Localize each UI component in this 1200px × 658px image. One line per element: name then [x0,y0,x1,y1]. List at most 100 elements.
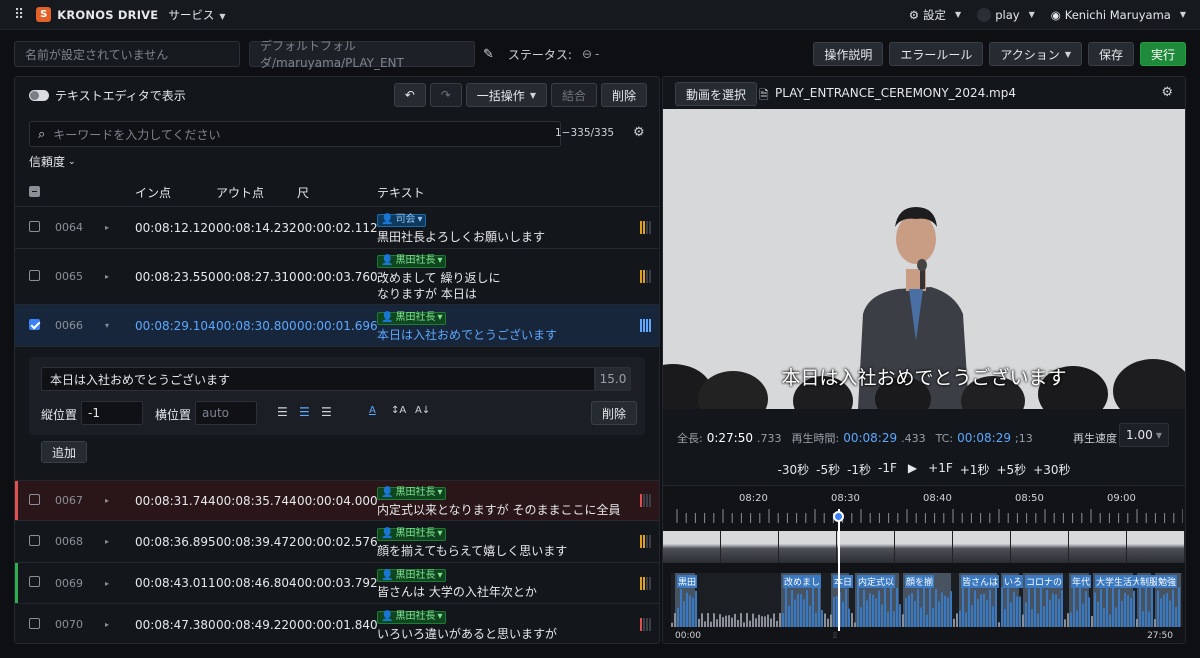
action-menu-button[interactable]: アクション ▼ [989,42,1082,66]
video-player[interactable]: 本日は入社おめでとうございます [663,109,1185,409]
keyword-search[interactable]: ⌕ キーワードを入力してください [29,121,561,147]
segment-label[interactable]: 年代 [1071,575,1092,588]
speaker-badge[interactable]: 👤 黒田社長 ▾ [377,527,447,541]
scroll-handle-icon[interactable]: ⦙⦙ [833,631,837,641]
save-button[interactable]: 保存 [1087,42,1134,66]
jump-plus-1f[interactable]: +1F [928,461,953,478]
subtitle-text-input[interactable]: 本日は入社おめでとうございます [41,367,595,391]
font-size-up-icon[interactable]: ↕A [391,405,406,416]
segment-label[interactable]: 本日 [833,575,854,588]
segment-label[interactable]: 制服 [1139,575,1160,588]
collapse-caret-icon[interactable]: ▾ [105,321,135,330]
row-checkbox[interactable] [15,493,55,508]
speaker-badge[interactable]: 👤 黒田社長 ▾ [377,311,447,325]
table-row[interactable]: 0064 ▸ 00:08:12.120 00:08:14.232 00:00:0… [15,207,659,249]
toggle-switch[interactable] [29,89,49,101]
jump-plus-1s[interactable]: +1秒 [960,461,990,478]
status-value[interactable]: ⊖ - [582,47,599,61]
table-row[interactable]: 0069 ▸ 00:08:43.011 00:08:46.804 00:00:0… [15,563,659,604]
row-checkbox[interactable] [15,318,55,333]
help-button[interactable]: 操作説明 [813,42,884,66]
apps-grid-icon[interactable]: ⠿ [14,7,24,23]
settings-menu[interactable]: ⚙ 設定 ▼ [909,7,961,23]
speaker-badge[interactable]: 👤 黒田社長 ▾ [377,486,447,500]
table-row-selected[interactable]: 0066 ▾ 00:08:29.104 00:08:30.800 00:00:0… [15,305,659,347]
segment-label[interactable]: 黒田 [677,575,698,588]
bulk-action-button[interactable]: 一括操作 ▼ [465,83,547,107]
speaker-badge[interactable]: 👤 黒田社長 ▾ [377,610,447,624]
expand-caret-icon[interactable]: ▸ [105,579,135,588]
segment-label[interactable]: 勉強 [1157,575,1178,588]
expand-caret-icon[interactable]: ▸ [105,537,135,546]
select-video-button[interactable]: 動画を選択 [675,82,758,106]
speed-select[interactable]: 1.00 ▼ [1119,423,1169,447]
text-editor-toggle[interactable]: テキストエディタで表示 [29,85,186,105]
run-button[interactable]: 実行 [1139,42,1186,66]
segment-label[interactable]: コロナの [1025,575,1064,588]
segment-label[interactable]: 改めまし [783,575,822,588]
segment-label[interactable]: 皆さんは [961,575,1000,588]
add-button[interactable]: 追加 [41,441,88,463]
playhead[interactable] [838,509,840,631]
jump-plus-30s[interactable]: +30秒 [1033,461,1070,478]
jump-minus-1f[interactable]: -1F [878,461,897,478]
jump-minus-30s[interactable]: -30秒 [778,461,810,478]
segment-label[interactable]: いろ [1003,575,1024,588]
row-checkbox[interactable] [15,617,55,632]
jump-minus-5s[interactable]: -5秒 [816,461,840,478]
expand-caret-icon[interactable]: ▸ [105,620,135,629]
confidence-filter[interactable]: 信頼度 ⌄ [29,153,76,170]
expand-caret-icon[interactable]: ▸ [105,496,135,505]
folder-path: デフォルトフォルダ/maruyama/PLAY_ENT [260,39,404,70]
text-color-icon[interactable]: A [369,405,376,416]
row-checkbox[interactable] [15,576,55,590]
select-all-checkbox[interactable] [15,185,55,200]
segment-label[interactable]: 顔を揃 [905,575,935,588]
gear-icon[interactable]: ⚙ [1161,85,1173,100]
project-header: 名前が設定されていません デフォルトフォルダ/maruyama/PLAY_ENT… [14,39,1186,70]
redo-button[interactable]: ↷ [429,83,462,107]
align-left-icon[interactable]: ☰ [277,405,288,419]
undo-button[interactable]: ↶ [393,83,426,107]
waveform-bar [944,595,946,627]
segment-label[interactable]: 大学生活大 [1095,575,1143,588]
play-icon[interactable]: ▶ [908,461,917,478]
table-row[interactable]: 0070 ▸ 00:08:47.380 00:08:49.220 00:00:0… [15,604,659,643]
waveform-bar [746,613,748,627]
row-checkbox[interactable] [15,269,55,284]
total-label: 全長: [677,432,703,445]
font-size-value[interactable]: 15.0 [595,367,631,391]
playhead-handle[interactable] [833,511,844,522]
table-row[interactable]: 0065 ▸ 00:08:23.550 00:08:27.310 00:00:0… [15,249,659,305]
speaker-badge[interactable]: 👤 黒田社長 ▾ [377,569,447,583]
error-rules-button[interactable]: エラールール [889,42,984,66]
font-size-down-icon[interactable]: A↓ [415,405,430,416]
expand-caret-icon[interactable]: ▸ [105,223,135,232]
row-checkbox[interactable] [15,534,55,549]
align-right-icon[interactable]: ☰ [321,405,332,419]
speaker-badge[interactable]: 👤 司会 ▾ [377,213,427,227]
gear-icon[interactable]: ⚙ [633,125,645,140]
workspace-menu[interactable]: play ▼ [977,7,1035,22]
vertical-position-input[interactable]: -1 [81,401,143,425]
table-row-error[interactable]: 0067 ▸ 00:08:31.744 00:08:35.744 00:00:0… [15,481,659,521]
jump-plus-5s[interactable]: +5秒 [996,461,1026,478]
speaker-badge[interactable]: 👤 黒田社長 ▾ [377,254,447,268]
row-checkbox[interactable] [15,220,55,235]
jump-minus-1s[interactable]: -1秒 [847,461,871,478]
service-menu[interactable]: サービス ▼ [168,7,225,23]
delete-button[interactable]: 削除 [600,83,647,107]
checkbox [29,576,40,587]
segment-label[interactable]: 内定式以 [857,575,896,588]
user-menu[interactable]: ◉ Kenichi Maruyama ▼ [1051,8,1186,22]
table-row[interactable]: 0068 ▸ 00:08:36.895 00:08:39.472 00:00:0… [15,521,659,563]
expand-caret-icon[interactable]: ▸ [105,272,135,281]
ruler-tick-label: 08:50 [1015,493,1044,504]
horizontal-position-input[interactable]: auto [195,401,257,425]
edit-pencil-icon[interactable]: ✎ [483,47,494,62]
merge-button[interactable]: 結合 [550,83,597,107]
align-center-icon[interactable]: ☰ [299,405,310,419]
waveform-bar [935,588,937,627]
editor-delete-button[interactable]: 削除 [591,401,638,425]
project-name-input[interactable]: 名前が設定されていません [14,41,240,67]
